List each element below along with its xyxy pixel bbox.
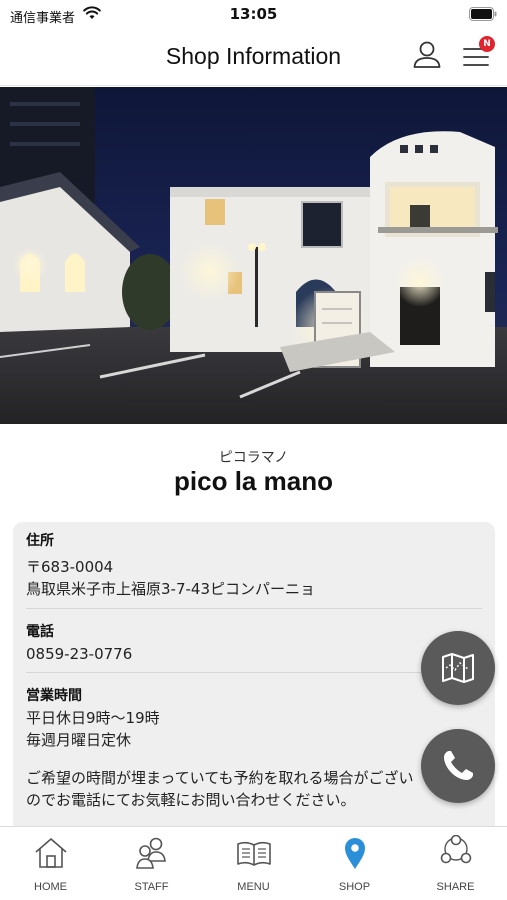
tab-home-label: HOME: [34, 881, 67, 893]
tab-menu-label: MENU: [237, 881, 270, 893]
postal-code: 〒683-0004: [26, 558, 114, 576]
tab-staff[interactable]: STAFF: [101, 827, 202, 900]
phone-icon: [444, 751, 473, 780]
address-text: 鳥取県米子市上福原3-7-43ピコンパーニョ: [26, 580, 316, 598]
hours-note-line2: のでお電話にてお気軽にお問い合わせください。: [26, 791, 356, 809]
tab-share[interactable]: SHARE: [405, 827, 506, 900]
tab-share-label: SHARE: [436, 881, 475, 893]
address-label: 住所: [26, 533, 54, 549]
hours-label: 営業時間: [26, 688, 82, 704]
notification-badge: N: [479, 36, 495, 52]
tab-bar: HOME STAFF MENU SHOP SHARE: [0, 826, 507, 900]
map-button[interactable]: [421, 631, 495, 705]
status-time: 13:05: [229, 5, 278, 23]
phone-label: 電話: [26, 624, 54, 640]
tab-shop[interactable]: SHOP: [304, 827, 405, 900]
phone-section: 電話 0859-23-0776: [26, 622, 482, 665]
book-icon: [237, 841, 271, 866]
divider: [26, 672, 482, 673]
app-header: Shop Information N: [0, 30, 507, 86]
tab-staff-label: STAFF: [134, 881, 169, 893]
map-pin-icon: [345, 838, 365, 869]
hours-note-line1: ご希望の時間が埋まっていても予約を取れる場合がござい: [26, 769, 414, 787]
call-button[interactable]: [421, 729, 495, 803]
tab-home[interactable]: HOME: [0, 827, 101, 900]
battery-icon: [469, 7, 497, 21]
home-icon: [35, 838, 67, 868]
shop-info-card: 住所 〒683-0004 鳥取県米子市上福原3-7-43ピコンパーニョ 電話 0…: [13, 522, 495, 842]
shop-name-kana: ピコラマノ: [218, 450, 289, 466]
staff-icon: [136, 837, 166, 869]
hours-section: 営業時間 平日休日9時〜19時 毎週月曜日定休 ご希望の時間が埋まっていても予約…: [26, 686, 482, 811]
hours-weekday: 平日休日9時〜19時: [26, 709, 160, 727]
tab-menu[interactable]: MENU: [203, 827, 304, 900]
address-section: 住所 〒683-0004 鳥取県米子市上福原3-7-43ピコンパーニョ: [26, 531, 482, 600]
shop-photo: [0, 87, 507, 424]
divider: [26, 608, 482, 609]
hours-closed-day: 毎週月曜日定休: [26, 731, 132, 749]
user-icon[interactable]: [412, 40, 442, 70]
share-icon: [440, 835, 472, 864]
shop-name: pico la mano: [174, 466, 333, 496]
tab-shop-label: SHOP: [338, 881, 371, 893]
status-bar: 通信事業者 13:05: [0, 0, 507, 30]
map-icon: [442, 653, 474, 683]
phone-number[interactable]: 0859-23-0776: [26, 643, 482, 665]
